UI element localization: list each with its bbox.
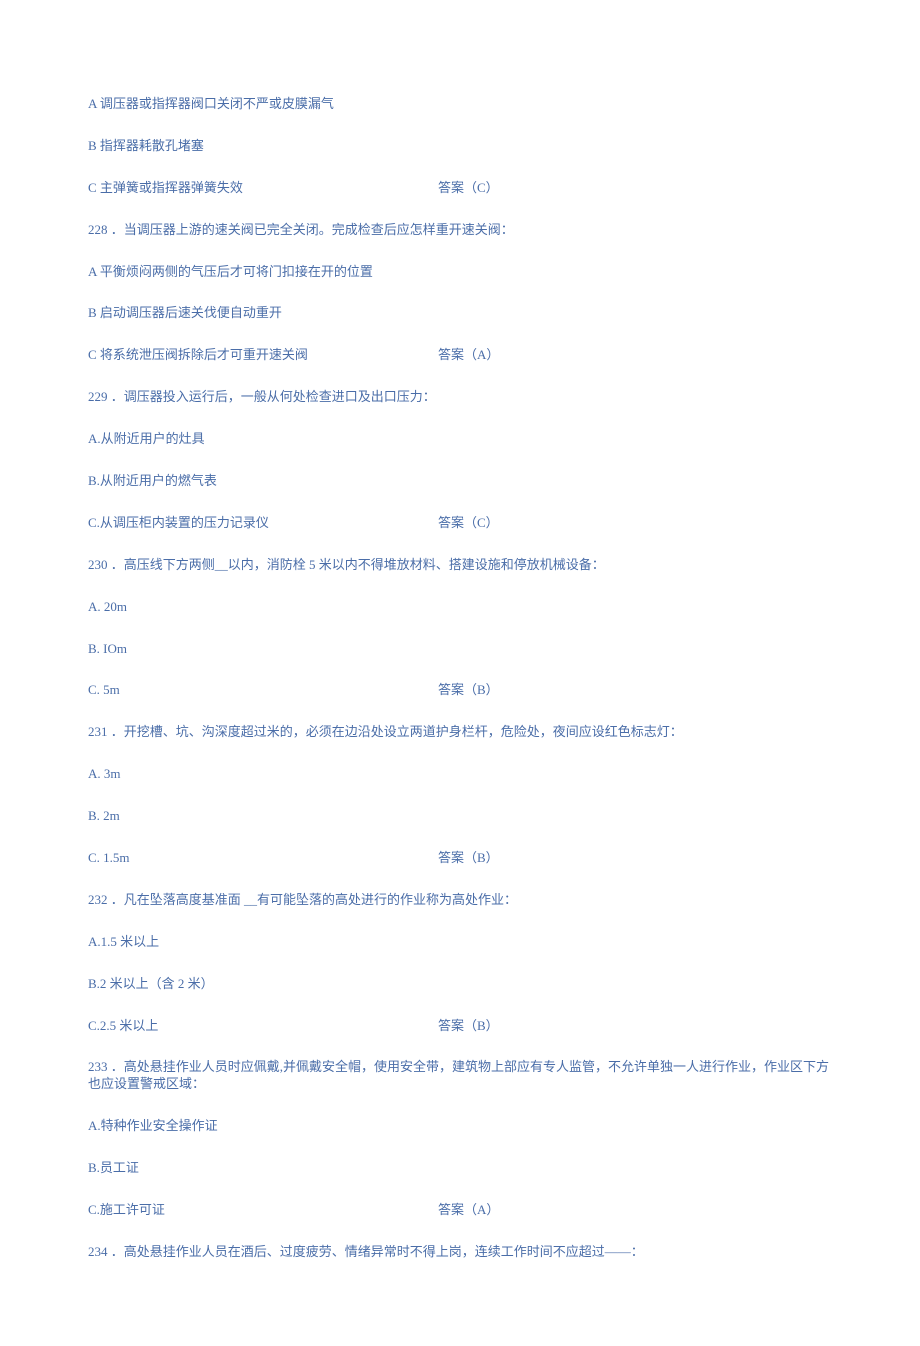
option-text: B.员工证 [88,1160,438,1177]
text-line: C. 5m答案（B） [88,682,832,699]
answer-text [438,808,832,825]
text-line: A.从附近用户的灶具 [88,431,832,448]
option-text: A.从附近用户的灶具 [88,431,438,448]
answer-text: 答案（B） [438,1018,832,1035]
line-text: 230 ．高压线下方两侧__以内，消防栓 5 米以内不得堆放材料、搭建设施和停放… [88,557,832,574]
option-text: B 启动调压器后速关伐便自动重开 [88,305,438,322]
answer-text: 答案（B） [438,682,832,699]
line-text: 229 ．调压器投入运行后，一般从何处检查进口及出口压力： [88,389,832,406]
option-text: B. IOm [88,641,438,658]
text-line: A.1.5 米以上 [88,934,832,951]
option-text: C. 5m [88,682,438,699]
text-line: B 指挥器耗散孔堵塞 [88,138,832,155]
text-line: B. IOm [88,641,832,658]
option-text: C. 1.5m [88,850,438,867]
answer-text [438,1160,832,1177]
answer-text [438,934,832,951]
text-line: 231 ．开挖槽、坑、沟深度超过米的，必须在边沿处设立两道护身栏杆，危险处，夜间… [88,724,832,741]
text-line: A.特种作业安全操作证 [88,1118,832,1135]
text-line: C 将系统泄压阀拆除后才可重开速关阀答案（A） [88,347,832,364]
answer-text [438,96,832,113]
option-text: A 调压器或指挥器阀口关闭不严或皮膜漏气 [88,96,438,113]
answer-text [438,976,832,993]
answer-text [438,641,832,658]
line-text: 234 ．高处悬挂作业人员在酒后、过度疲劳、情绪异常时不得上岗，连续工作时间不应… [88,1244,832,1261]
option-text: B.从附近用户的燃气表 [88,473,438,490]
answer-text: 答案（C） [438,515,832,532]
option-text: A. 3m [88,766,438,783]
option-text: C 将系统泄压阀拆除后才可重开速关阀 [88,347,438,364]
text-line: C 主弹簧或指挥器弹簧失效答案（C） [88,180,832,197]
line-text: 233 ．高处悬挂作业人员时应佩戴,并佩戴安全帽，使用安全带，建筑物上部应有专人… [88,1059,832,1093]
text-line: 232 ．凡在坠落高度基准面 __有可能坠落的高处进行的作业称为高处作业： [88,892,832,909]
answer-text [438,1118,832,1135]
answer-text [438,431,832,448]
answer-text [438,138,832,155]
option-text: B.2 米以上（含 2 米） [88,976,438,993]
text-line: B.2 米以上（含 2 米） [88,976,832,993]
answer-text: 答案（B） [438,850,832,867]
text-line: C. 1.5m答案（B） [88,850,832,867]
answer-text: 答案（A） [438,347,832,364]
option-text: A. 20m [88,599,438,616]
option-text: C 主弹簧或指挥器弹簧失效 [88,180,438,197]
answer-text [438,599,832,616]
option-text: A 平衡烦闷两侧的气压后才可将门扣接在开的位置 [88,264,438,281]
answer-text [438,473,832,490]
text-line: A 调压器或指挥器阀口关闭不严或皮膜漏气 [88,96,832,113]
answer-text: 答案（A） [438,1202,832,1219]
text-line: C.从调压柜内装置的压力记录仪答案（C） [88,515,832,532]
answer-text [438,766,832,783]
text-line: 229 ．调压器投入运行后，一般从何处检查进口及出口压力： [88,389,832,406]
answer-text [438,305,832,322]
text-line: 228 ．当调压器上游的速关阀已完全关闭。完成检查后应怎样重开速关阀： [88,222,832,239]
option-text: C.施工许可证 [88,1202,438,1219]
text-line: B.从附近用户的燃气表 [88,473,832,490]
text-line: A. 20m [88,599,832,616]
text-line: 234 ．高处悬挂作业人员在酒后、过度疲劳、情绪异常时不得上岗，连续工作时间不应… [88,1244,832,1261]
option-text: C.从调压柜内装置的压力记录仪 [88,515,438,532]
text-line: B 启动调压器后速关伐便自动重开 [88,305,832,322]
text-line: C.施工许可证答案（A） [88,1202,832,1219]
line-text: 232 ．凡在坠落高度基准面 __有可能坠落的高处进行的作业称为高处作业： [88,892,832,909]
option-text: C.2.5 米以上 [88,1018,438,1035]
text-line: 233 ．高处悬挂作业人员时应佩戴,并佩戴安全帽，使用安全带，建筑物上部应有专人… [88,1059,832,1093]
line-text: 228 ．当调压器上游的速关阀已完全关闭。完成检查后应怎样重开速关阀： [88,222,832,239]
text-line: A 平衡烦闷两侧的气压后才可将门扣接在开的位置 [88,264,832,281]
line-text: 231 ．开挖槽、坑、沟深度超过米的，必须在边沿处设立两道护身栏杆，危险处，夜间… [88,724,832,741]
answer-text: 答案（C） [438,180,832,197]
text-line: B.员工证 [88,1160,832,1177]
option-text: A.特种作业安全操作证 [88,1118,438,1135]
text-line: C.2.5 米以上答案（B） [88,1018,832,1035]
answer-text [438,264,832,281]
option-text: A.1.5 米以上 [88,934,438,951]
document-page: A 调压器或指挥器阀口关闭不严或皮膜漏气 B 指挥器耗散孔堵塞 C 主弹簧或指挥器弹… [0,0,920,1346]
text-line: B. 2m [88,808,832,825]
text-line: 230 ．高压线下方两侧__以内，消防栓 5 米以内不得堆放材料、搭建设施和停放… [88,557,832,574]
text-line: A. 3m [88,766,832,783]
option-text: B. 2m [88,808,438,825]
option-text: B 指挥器耗散孔堵塞 [88,138,438,155]
